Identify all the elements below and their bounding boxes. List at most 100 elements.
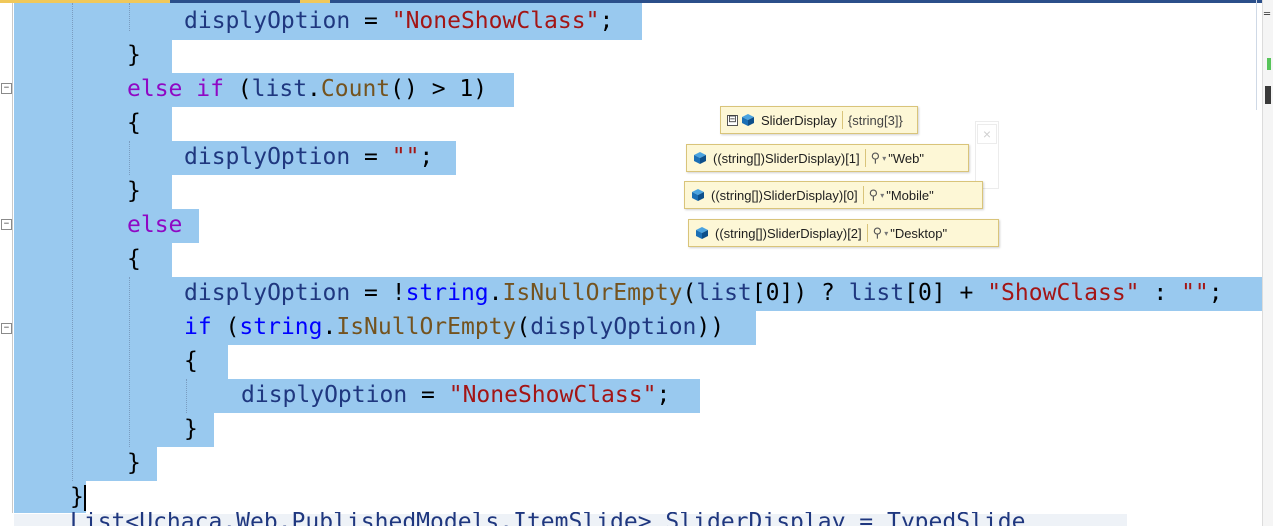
object-cube-icon	[692, 189, 704, 201]
vertical-scrollbar[interactable]	[1262, 0, 1273, 526]
code-line[interactable]: if (string.IsNullOrEmpty(displyOption))	[184, 312, 724, 342]
magnifier-icon[interactable]: ⚲	[873, 225, 883, 241]
collapse-icon[interactable]: −	[1, 323, 12, 334]
divider	[864, 149, 866, 167]
split-window-icon[interactable]: ═	[1264, 10, 1272, 22]
code-token: () > 1)	[390, 76, 488, 102]
datatip-item[interactable]: ((string[])SliderDisplay)[1] ⚲ ▾ "Web"	[686, 144, 969, 172]
outlining-margin: − − −	[0, 3, 14, 526]
code-token: (	[223, 76, 252, 102]
datatip-item[interactable]: ((string[])SliderDisplay)[0] ⚲ ▾ "Mobile…	[684, 181, 983, 209]
code-token: displyOption	[184, 8, 351, 34]
code-token: ;	[599, 8, 614, 34]
code-token: :	[1139, 280, 1182, 306]
magnifier-icon[interactable]: ⚲	[871, 150, 881, 166]
code-token: =	[350, 8, 392, 34]
code-editor[interactable]: − − − displyOption = "NoneShowClass"; } …	[0, 0, 1273, 526]
indent-guide	[129, 141, 130, 175]
code-line[interactable]: {	[127, 244, 141, 274]
code-token: else	[127, 76, 183, 102]
datatip-root[interactable]: ⊟ SliderDisplay {string[3]}	[720, 106, 918, 134]
magnifier-icon[interactable]: ⚲	[869, 187, 879, 203]
code-token: }	[70, 484, 84, 510]
code-line[interactable]: }	[127, 40, 141, 70]
code-token: ;	[1208, 280, 1223, 306]
collapse-icon[interactable]: −	[1, 83, 12, 94]
code-line[interactable]: displyOption = "NoneShowClass";	[241, 380, 670, 410]
code-line[interactable]: else	[127, 210, 182, 240]
datatip-name: ((string[])SliderDisplay)[0]	[711, 187, 858, 203]
datatip-value[interactable]: "Desktop"	[890, 226, 947, 241]
code-line[interactable]: displyOption = !string.IsNullOrEmpty(lis…	[184, 278, 1223, 308]
text-caret	[83, 484, 86, 511]
partial-code-line[interactable]: List<Uchaca.Web.PublishedModels.ItemSlid…	[70, 512, 1025, 526]
code-line[interactable]: }	[127, 448, 141, 478]
code-token: else	[127, 212, 183, 238]
change-marker	[1267, 58, 1271, 70]
chevron-down-icon[interactable]: ▾	[882, 154, 886, 163]
indent-guide	[129, 3, 130, 31]
outline-line	[12, 3, 13, 513]
datatip-name: ((string[])SliderDisplay)[2]	[715, 225, 862, 241]
divider	[841, 111, 843, 129]
indent-guide	[72, 3, 73, 481]
code-token: Count	[320, 76, 391, 102]
code-token: string	[239, 314, 323, 340]
code-line[interactable]: {	[127, 108, 141, 138]
code-token: {	[127, 110, 141, 136]
code-token: ;	[419, 144, 434, 170]
code-line[interactable]: {	[184, 346, 198, 376]
code-token: if	[196, 76, 224, 102]
overview-ruler-line	[1256, 0, 1257, 110]
code-line[interactable]: }	[184, 414, 198, 444]
code-line[interactable]: }	[127, 176, 141, 206]
code-token: string	[405, 280, 489, 306]
code-token: displyOption	[530, 314, 697, 340]
chevron-down-icon[interactable]: ▾	[884, 229, 888, 238]
code-token: .	[322, 314, 337, 340]
scroll-thumb[interactable]	[1265, 86, 1271, 104]
collapse-icon[interactable]: ⊟	[727, 114, 738, 126]
selection-block	[14, 175, 172, 209]
code-token: .	[307, 76, 321, 102]
collapse-icon[interactable]: −	[1, 219, 12, 230]
code-token: ))	[696, 314, 725, 340]
divider	[866, 224, 868, 242]
code-line[interactable]: }	[70, 482, 86, 512]
code-token: list	[696, 280, 752, 306]
selection-block	[14, 243, 172, 277]
indent-guide	[129, 277, 130, 447]
code-token: "NoneShowClass"	[391, 8, 600, 34]
code-token: "ShowClass"	[987, 280, 1140, 306]
indent-guide	[186, 379, 187, 413]
close-icon[interactable]: ×	[977, 124, 997, 144]
code-token: list	[251, 76, 308, 102]
datatip-name: SliderDisplay	[761, 112, 837, 128]
code-token: displyOption	[241, 382, 408, 408]
chevron-down-icon[interactable]: ▾	[880, 191, 884, 200]
code-token: (	[516, 314, 531, 340]
code-token: =	[350, 144, 392, 170]
datatip-value[interactable]: "Mobile"	[886, 188, 934, 203]
datatip-value[interactable]: "Web"	[888, 151, 924, 166]
code-token: =	[407, 382, 449, 408]
code-token: (	[682, 280, 697, 306]
code-token: "NoneShowClass"	[448, 382, 657, 408]
code-line[interactable]: displyOption = "NoneShowClass";	[184, 6, 613, 36]
code-token: (	[211, 314, 240, 340]
code-token: IsNullOrEmpty	[502, 280, 683, 306]
code-token: ""	[391, 144, 420, 170]
datatip-item[interactable]: ((string[])SliderDisplay)[2] ⚲ ▾ "Deskto…	[688, 219, 999, 247]
code-token: [0]) ?	[751, 280, 849, 306]
selection-block	[14, 40, 172, 73]
code-line[interactable]: else if (list.Count() > 1)	[127, 74, 487, 104]
code-token: IsNullOrEmpty	[336, 314, 517, 340]
datatip-value: {string[3]}	[847, 112, 903, 128]
code-token: }	[127, 450, 141, 476]
selection-block	[14, 107, 172, 141]
code-line[interactable]: displyOption = "";	[184, 142, 433, 172]
code-token: displyOption	[184, 280, 351, 306]
code-token: displyOption	[184, 144, 351, 170]
code-token: }	[184, 416, 198, 442]
